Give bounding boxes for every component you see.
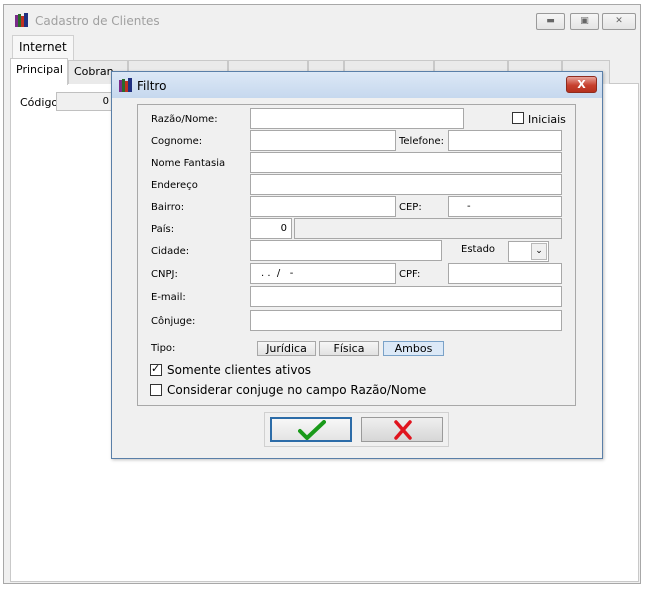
app-books-icon [119, 78, 132, 92]
close-icon: X [577, 78, 586, 91]
check-icon [298, 420, 326, 440]
filtro-dialog: Filtro X Razão/Nome: Iniciais Cognome: T… [111, 71, 603, 459]
fantasia-input[interactable] [250, 152, 562, 173]
close-button[interactable]: ✕ [602, 13, 636, 30]
iniciais-checkbox[interactable] [512, 112, 524, 124]
fantasia-label: Nome Fantasia [151, 158, 226, 169]
dialog-title: Filtro [137, 79, 167, 93]
tipo-ambos-button[interactable]: Ambos [383, 341, 444, 356]
razao-input[interactable] [250, 108, 464, 129]
estado-select[interactable]: ⌄ [508, 241, 549, 262]
cpf-label: CPF: [399, 269, 421, 280]
cpf-input[interactable] [448, 263, 562, 284]
conjuge-label: Cônjuge: [151, 316, 196, 327]
cidade-label: Cidade: [151, 246, 190, 257]
ok-button[interactable] [270, 417, 352, 442]
close-icon: ✕ [615, 16, 623, 26]
window-title: Cadastro de Clientes [35, 14, 160, 28]
tab-principal[interactable]: Principal [10, 58, 68, 85]
app-books-icon [15, 13, 28, 27]
codigo-field[interactable]: 0 [56, 92, 112, 111]
email-label: E-mail: [151, 292, 186, 303]
restore-icon: ▣ [580, 16, 589, 26]
cep-input[interactable]: - [448, 196, 562, 217]
tipo-fisica-button[interactable]: Física [319, 341, 379, 356]
pais-name-field [294, 218, 562, 239]
minimize-button[interactable]: ▬ [536, 13, 565, 30]
cnpj-input[interactable]: . . / - [250, 263, 396, 284]
cancel-button[interactable] [361, 417, 443, 442]
considerar-conjuge-label: Considerar conjuge no campo Razão/Nome [167, 383, 427, 397]
cognome-label: Cognome: [151, 136, 203, 147]
cancel-x-icon [394, 420, 412, 440]
somente-ativos-checkbox[interactable] [150, 362, 162, 376]
cognome-input[interactable] [250, 130, 396, 151]
endereco-input[interactable] [250, 174, 562, 195]
pais-label: País: [151, 224, 175, 235]
dialog-close-button[interactable]: X [566, 76, 597, 93]
email-input[interactable] [250, 286, 562, 307]
chevron-down-icon: ⌄ [531, 243, 547, 260]
maximize-button[interactable]: ▣ [570, 13, 599, 30]
cnpj-label: CNPJ: [151, 269, 178, 280]
somente-ativos-label: Somente clientes ativos [167, 363, 312, 377]
window-titlebar: Cadastro de Clientes ▬ ▣ ✕ [4, 5, 640, 37]
cep-label: CEP: [399, 202, 422, 213]
razao-label: Razão/Nome: [151, 114, 218, 125]
tipo-label: Tipo: [151, 343, 176, 354]
iniciais-label: Iniciais [528, 113, 566, 126]
bairro-label: Bairro: [151, 202, 185, 213]
estado-label: Estado [461, 244, 496, 255]
pais-code-input[interactable]: 0 [250, 218, 292, 239]
endereco-label: Endereço [151, 180, 198, 191]
dialog-titlebar: Filtro X [112, 72, 602, 98]
minimize-icon: ▬ [546, 16, 555, 26]
conjuge-input[interactable] [250, 310, 562, 331]
tipo-juridica-button[interactable]: Jurídica [257, 341, 316, 356]
bairro-input[interactable] [250, 196, 396, 217]
considerar-conjuge-checkbox[interactable] [150, 384, 162, 396]
tab-internet[interactable]: Internet [12, 35, 74, 60]
cidade-input[interactable] [250, 240, 442, 261]
telefone-label: Telefone: [399, 136, 444, 147]
telefone-input[interactable] [448, 130, 562, 151]
codigo-label: Código [20, 96, 59, 109]
